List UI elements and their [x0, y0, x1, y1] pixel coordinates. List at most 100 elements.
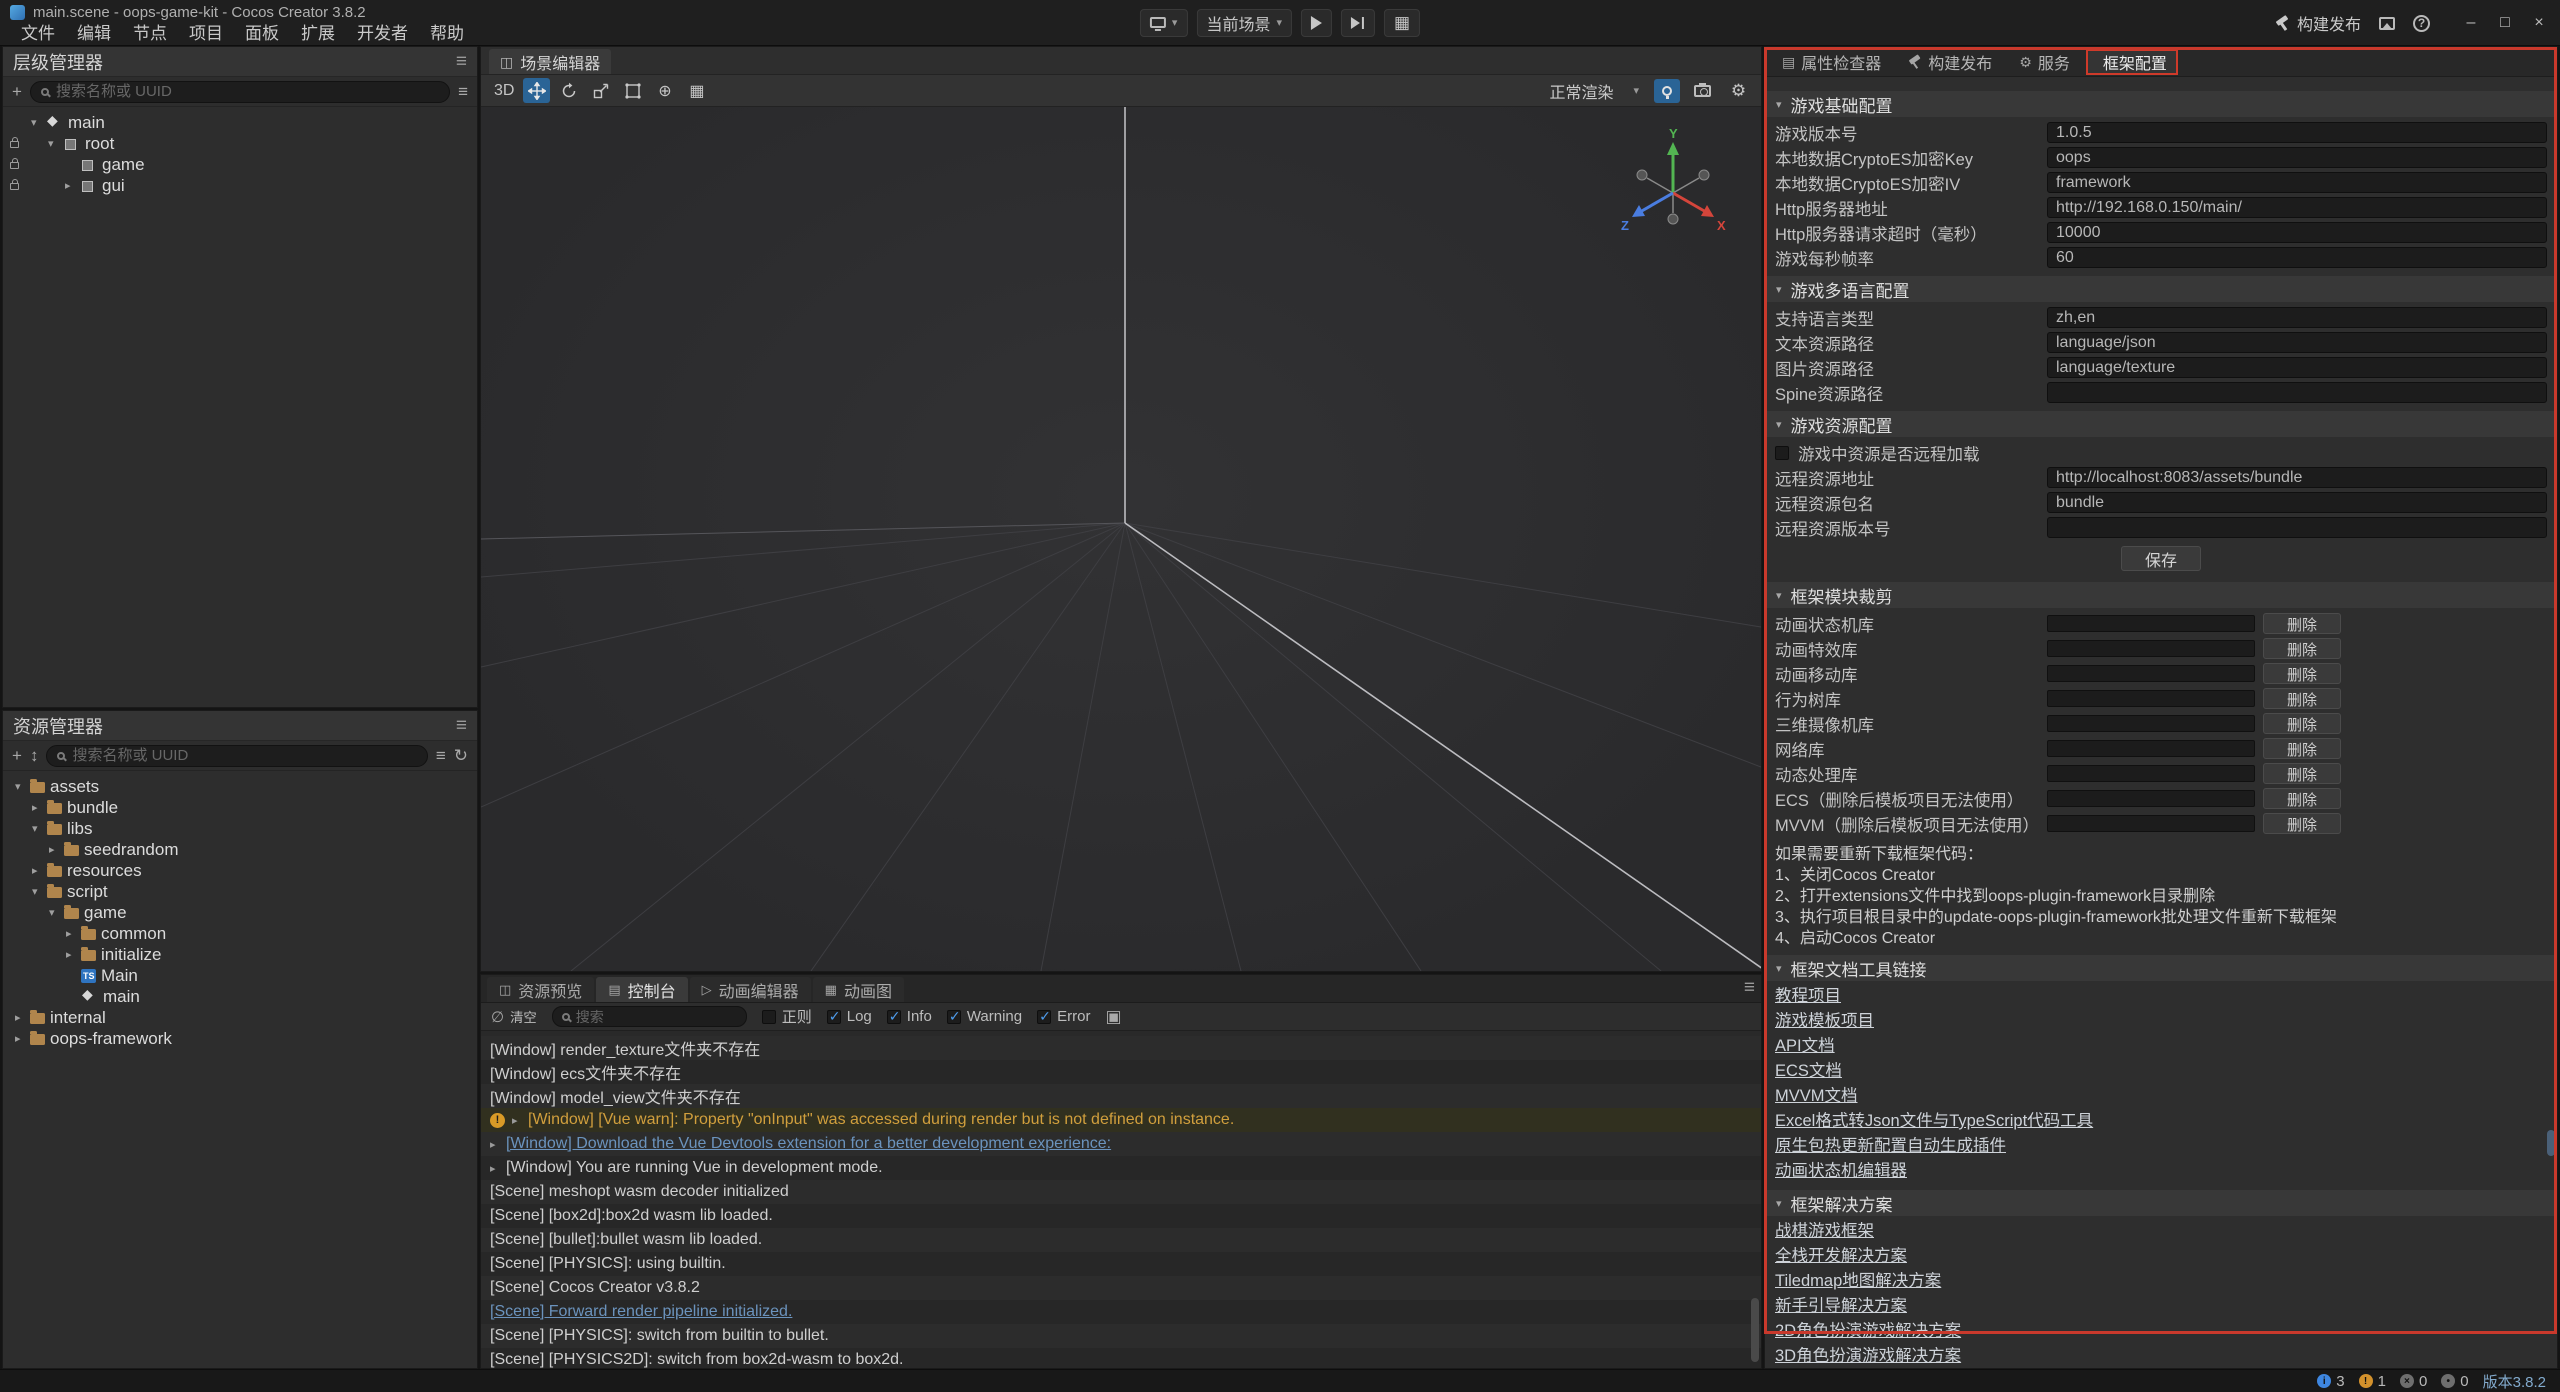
preview-platform-button[interactable]: ▾ — [1140, 9, 1188, 37]
expand-chevron-icon[interactable]: ▸ — [65, 179, 80, 192]
asset-node-row[interactable]: ▸ oops-framework — [3, 1028, 477, 1049]
hierarchy-node-row[interactable]: ▾ main — [3, 112, 477, 133]
asset-node-row[interactable]: ▾ libs — [3, 818, 477, 839]
expand-arrow-icon[interactable]: ▸ — [490, 1138, 499, 1151]
log-level-filter[interactable]: Error — [1037, 1008, 1090, 1025]
menu-item[interactable]: 节点 — [122, 23, 178, 45]
doc-link[interactable]: 原生包热更新配置自动生成插件 — [1775, 1134, 2547, 1159]
solution-link[interactable]: Tiledmap地图解决方案 — [1775, 1269, 2547, 1294]
delete-module-button[interactable]: 删除 — [2263, 638, 2341, 659]
expand-chevron-icon[interactable]: ▸ — [32, 801, 47, 814]
expand-chevron-icon[interactable]: ▾ — [32, 885, 47, 898]
expand-chevron-icon[interactable]: ▾ — [32, 822, 47, 835]
expand-arrow-icon[interactable]: ▸ — [490, 1162, 499, 1175]
field-input[interactable]: bundle — [2047, 492, 2547, 513]
rotate-tool-button[interactable] — [555, 78, 582, 103]
asset-node-row[interactable]: ▾ assets — [3, 776, 477, 797]
rect-tool-button[interactable] — [619, 78, 646, 103]
scene-viewport[interactable]: Y X Z — [481, 107, 1761, 971]
field-input[interactable]: 60 — [2047, 247, 2547, 268]
console-tab[interactable]: 动画编辑器 — [690, 977, 811, 1002]
close-button[interactable]: × — [2524, 8, 2554, 38]
hierarchy-search-box[interactable] — [30, 81, 450, 103]
expand-chevron-icon[interactable]: ▸ — [32, 864, 47, 877]
solution-link[interactable]: 战棋游戏框架 — [1775, 1219, 2547, 1244]
module-path-field[interactable] — [2047, 640, 2255, 657]
panel-menu-icon[interactable]: ≡ — [456, 52, 467, 71]
log-count-badge[interactable]: 0 — [2400, 1373, 2427, 1390]
expand-chevron-icon[interactable]: ▾ — [31, 116, 46, 129]
delete-module-button[interactable]: 删除 — [2263, 813, 2341, 834]
log-level-filter[interactable]: Info — [887, 1008, 932, 1025]
module-path-field[interactable] — [2047, 740, 2255, 757]
asset-node-row[interactable]: ▸ seedrandom — [3, 839, 477, 860]
module-path-field[interactable] — [2047, 615, 2255, 632]
asset-node-row[interactable]: ▸ resources — [3, 860, 477, 881]
asset-node-row[interactable]: ▸ bundle — [3, 797, 477, 818]
doc-link[interactable]: ECS文档 — [1775, 1059, 2547, 1084]
filter-checkbox[interactable] — [947, 1010, 961, 1024]
inspector-tab[interactable]: 构建发布 — [1897, 49, 2003, 75]
asset-node-row[interactable]: ▾ script — [3, 881, 477, 902]
delete-module-button[interactable]: 删除 — [2263, 788, 2341, 809]
hierarchy-search-input[interactable] — [56, 83, 439, 100]
console-log-line[interactable]: ! ▸ [Scene] [PHYSICS]: using builtin. — [481, 1252, 1761, 1276]
module-path-field[interactable] — [2047, 765, 2255, 782]
node-filter-icon[interactable]: ≡ — [458, 83, 468, 100]
menu-item[interactable]: 面板 — [234, 23, 290, 45]
doc-link[interactable]: 教程项目 — [1775, 984, 2547, 1009]
expand-chevron-icon[interactable]: ▾ — [48, 137, 63, 150]
console-log-line[interactable]: ! ▸ [Scene] [PHYSICS]: switch from built… — [481, 1324, 1761, 1348]
panel-menu-icon[interactable]: ≡ — [456, 716, 467, 735]
console-log-line[interactable]: ! ▸ [Window] ecs文件夹不存在 — [481, 1060, 1761, 1084]
module-path-field[interactable] — [2047, 715, 2255, 732]
field-input[interactable]: framework — [2047, 172, 2547, 193]
axis-gizmo[interactable]: Y X Z — [1613, 129, 1733, 249]
console-log-line[interactable]: ! ▸ [Scene] Cocos Creator v3.8.2 — [481, 1276, 1761, 1300]
inspector-scrollbar[interactable] — [2547, 1130, 2555, 1156]
console-tab[interactable]: 动画图 — [813, 977, 904, 1002]
field-input[interactable]: oops — [2047, 147, 2547, 168]
render-mode-select[interactable]: 正常渲染 ▾ — [1543, 79, 1645, 103]
add-node-button[interactable]: + — [12, 83, 22, 100]
assets-search-box[interactable] — [46, 745, 427, 767]
section-language[interactable]: ▾ 游戏多语言配置 — [1765, 276, 2557, 302]
log-level-filter[interactable]: Log — [827, 1008, 872, 1025]
solution-link[interactable]: 3D角色扮演游戏解决方案 — [1775, 1344, 2547, 1368]
log-count-badge[interactable]: 1 — [2359, 1373, 2386, 1390]
expand-chevron-icon[interactable]: ▸ — [15, 1032, 30, 1045]
lock-icon[interactable] — [10, 183, 19, 190]
save-button[interactable]: 保存 — [2121, 546, 2201, 571]
console-log-line[interactable]: ! ▸ [Window] [Vue warn]: Property "onInp… — [481, 1108, 1761, 1132]
layout-button[interactable]: ▦ — [1384, 9, 1420, 37]
solution-link[interactable]: 2D角色扮演游戏解决方案 — [1775, 1319, 2547, 1344]
menu-item[interactable]: 项目 — [178, 23, 234, 45]
solution-link[interactable]: 新手引导解决方案 — [1775, 1294, 2547, 1319]
delete-module-button[interactable]: 删除 — [2263, 713, 2341, 734]
play-button[interactable] — [1301, 9, 1332, 37]
doc-link[interactable]: 游戏模板项目 — [1775, 1009, 2547, 1034]
console-scrollbar[interactable] — [1751, 1298, 1759, 1362]
clear-console-button[interactable]: ∅ 清空 — [491, 1007, 537, 1026]
inspector-tab[interactable]: 属性检查器 — [1771, 49, 1892, 75]
version-label[interactable]: 版本3.8.2 — [2483, 1371, 2546, 1392]
console-log-line[interactable]: ! ▸ [Scene] Forward render pipeline init… — [481, 1300, 1761, 1324]
doc-link[interactable]: API文档 — [1775, 1034, 2547, 1059]
collapse-duplicates-icon[interactable]: ▣ — [1105, 1008, 1121, 1025]
log-level-filter[interactable]: Warning — [947, 1008, 1022, 1025]
delete-module-button[interactable]: 删除 — [2263, 663, 2341, 684]
asset-node-row[interactable]: Main — [3, 965, 477, 986]
minimize-button[interactable]: – — [2456, 8, 2486, 38]
field-input[interactable]: zh,en — [2047, 307, 2547, 328]
sort-assets-icon[interactable]: ↕ — [30, 747, 39, 764]
step-button[interactable] — [1341, 9, 1375, 37]
module-path-field[interactable] — [2047, 690, 2255, 707]
field-input[interactable]: 10000 — [2047, 222, 2547, 243]
console-tab[interactable]: 资源预览 — [487, 977, 594, 1002]
field-input[interactable]: http://localhost:8083/assets/bundle — [2047, 467, 2547, 488]
screenshot-icon[interactable] — [2379, 17, 2395, 30]
menu-item[interactable]: 编辑 — [66, 23, 122, 45]
assets-search-input[interactable] — [72, 747, 416, 764]
expand-chevron-icon[interactable]: ▾ — [15, 780, 30, 793]
hierarchy-node-row[interactable]: ▸ gui — [3, 175, 477, 196]
